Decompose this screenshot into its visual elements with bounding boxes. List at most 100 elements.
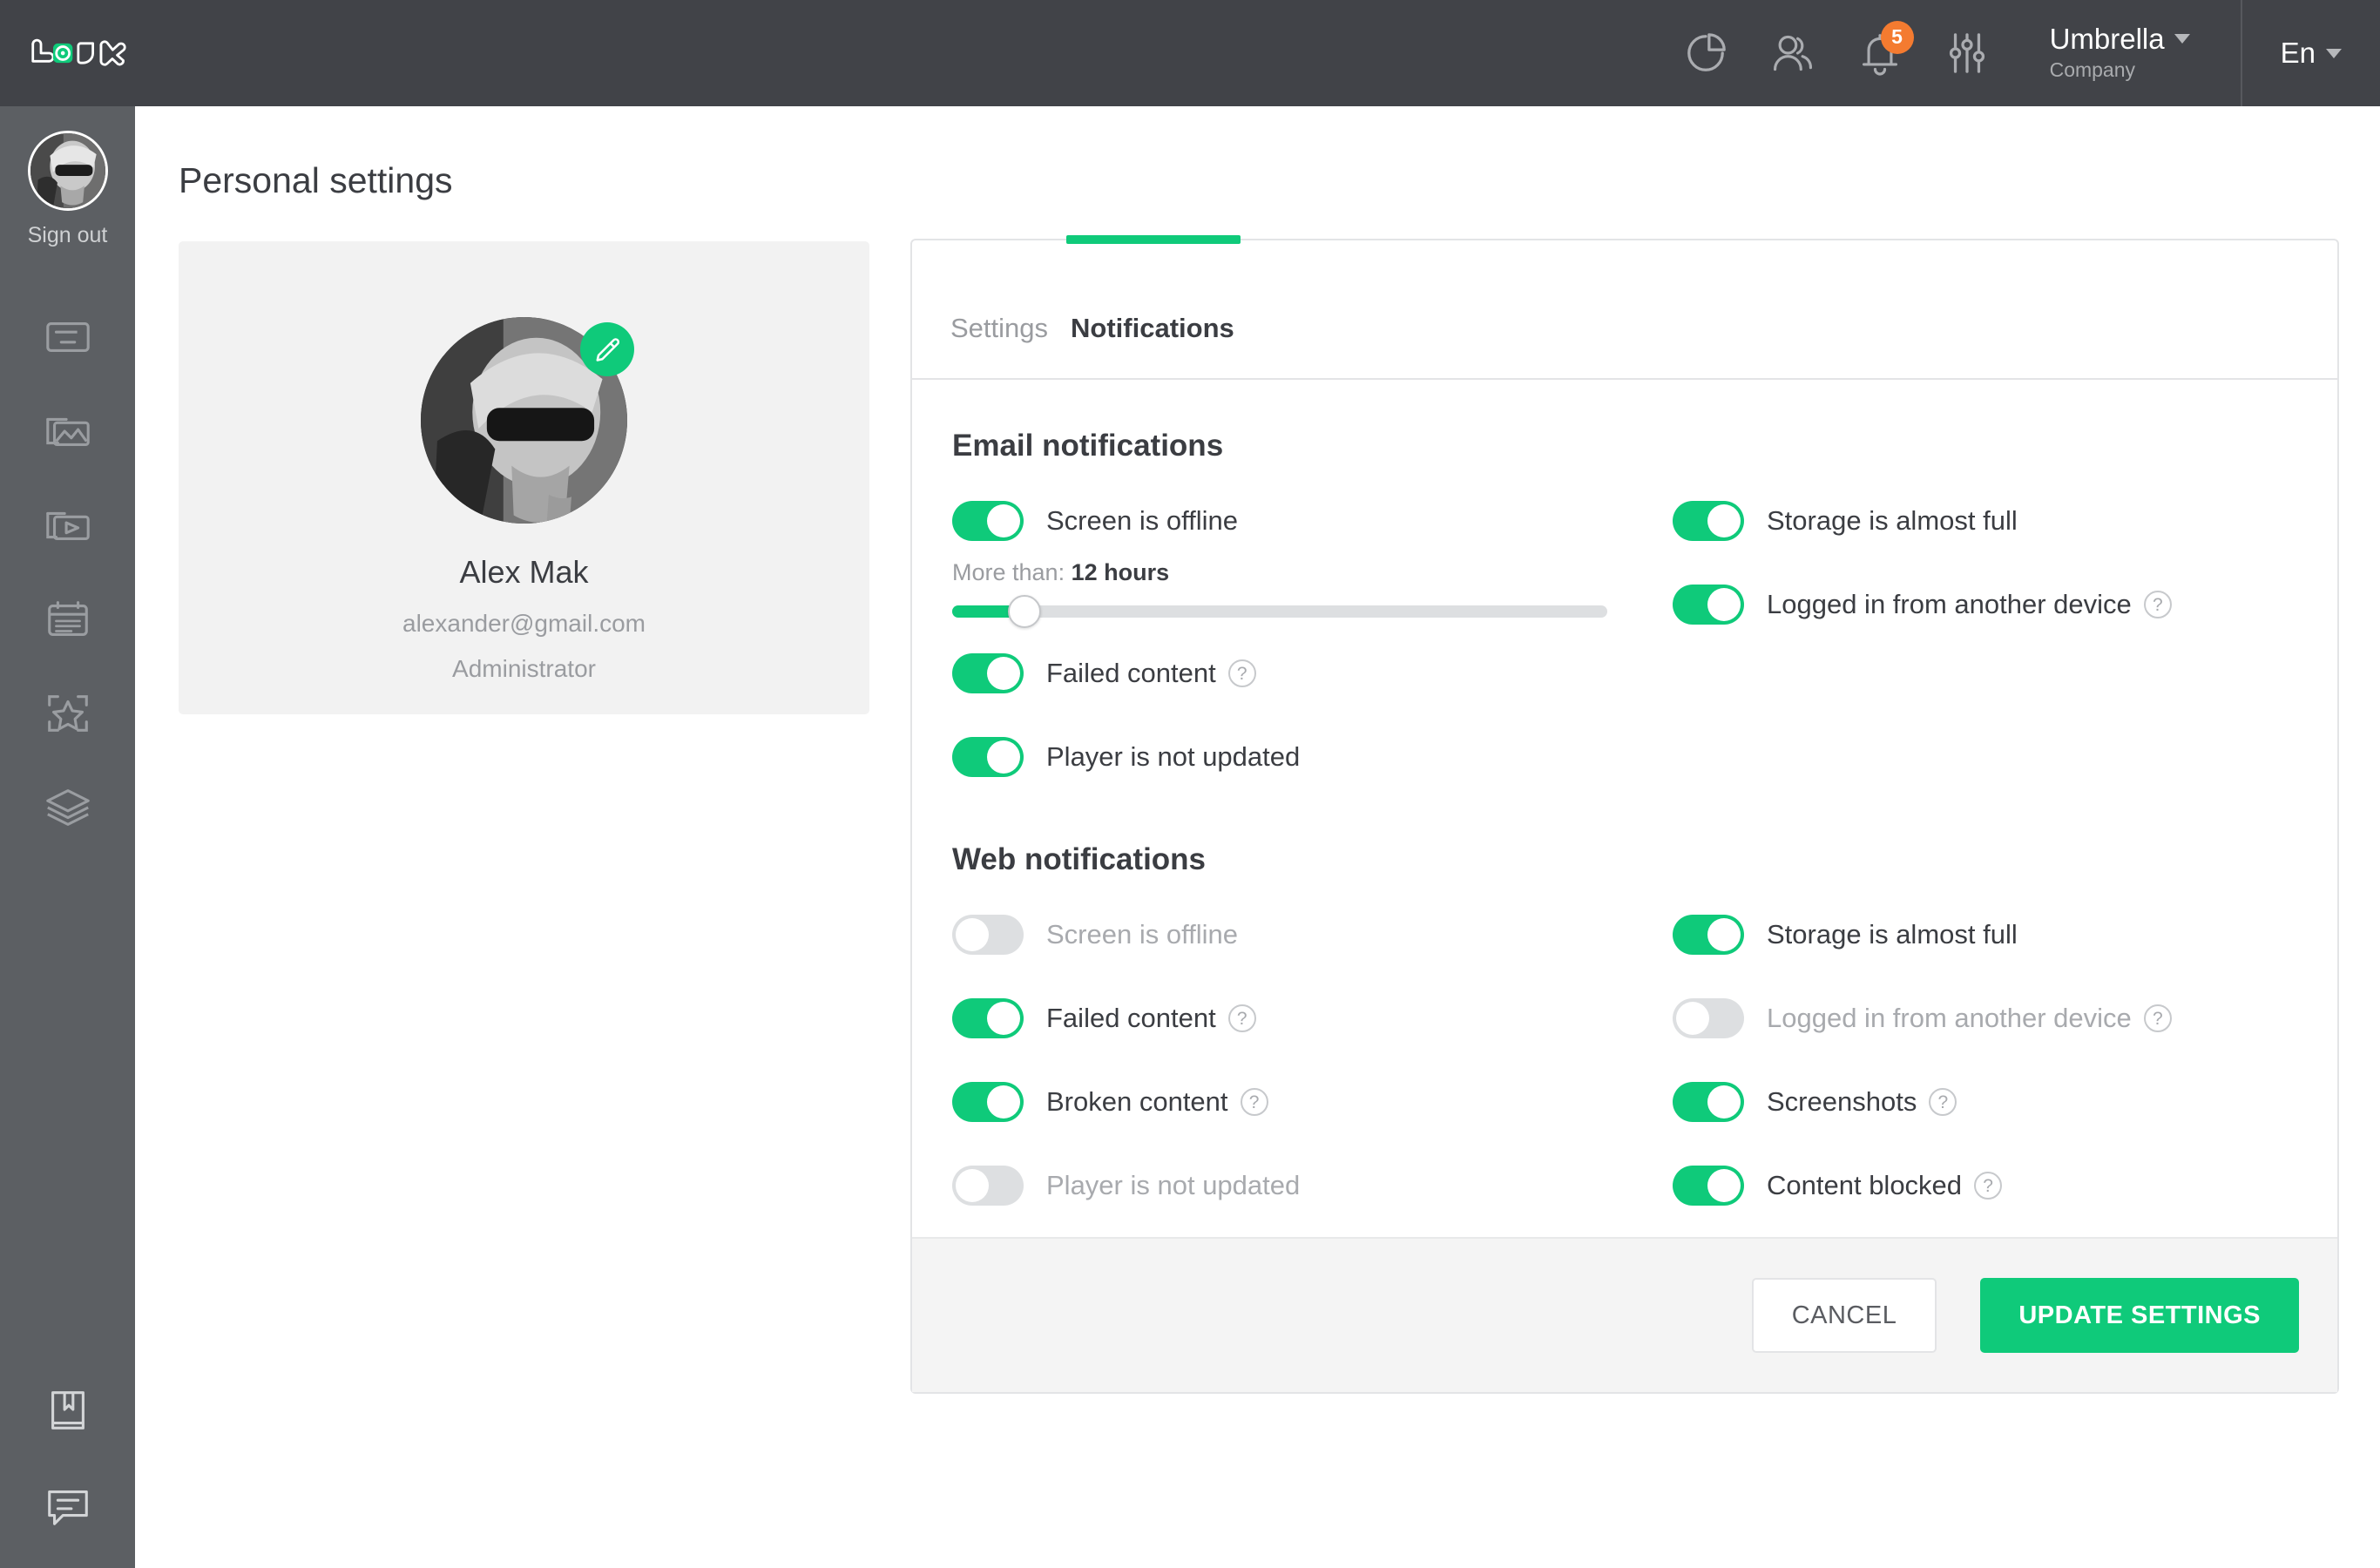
toggle-row-email-failed-content[interactable]: Failed content ? (952, 649, 1625, 698)
toggle-row-web-player-not-updated[interactable]: Player is not updated (952, 1161, 1625, 1210)
offline-duration-caption: More than: 12 hours (952, 559, 1625, 586)
look-logo-icon (31, 38, 126, 66)
toggle-row-web-content-blocked[interactable]: Content blocked ? (1673, 1161, 2297, 1210)
toggle-row-web-storage-full[interactable]: Storage is almost full (1673, 910, 2297, 959)
toggle-web-player-not-updated[interactable] (952, 1166, 1024, 1206)
toggle-row-web-broken-content[interactable]: Broken content ? (952, 1078, 1625, 1126)
toggle-knob (956, 918, 989, 951)
help-icon[interactable]: ? (2143, 1004, 2172, 1032)
toggle-row-email-storage-full[interactable]: Storage is almost full (1673, 497, 2297, 545)
toggle-row-email-player-not-updated[interactable]: Player is not updated (952, 733, 1625, 781)
analytics-glyph (1687, 33, 1726, 71)
toggle-web-content-blocked[interactable] (1673, 1166, 1744, 1206)
toggle-knob (987, 740, 1020, 774)
toggle-label: Player is not updated (1046, 1170, 1301, 1200)
slider-thumb[interactable] (1007, 595, 1041, 628)
tab-bar: Settings Notifications (912, 240, 2337, 380)
toggle-label: Failed content (1046, 658, 1216, 688)
avatar[interactable] (27, 131, 108, 211)
chevron-down-icon (2326, 48, 2342, 58)
sidebar-item-highlights[interactable] (0, 666, 135, 760)
profile-avatar[interactable] (421, 317, 634, 524)
offline-duration-prefix: More than: (952, 559, 1065, 585)
toggle-knob (956, 1169, 989, 1202)
toggle-web-screenshots[interactable] (1673, 1082, 1744, 1122)
help-icon[interactable]: ? (1974, 1172, 2003, 1200)
users-icon[interactable] (1769, 30, 1816, 77)
avatar-photo (30, 133, 105, 208)
app-header: 5 Umbrella Company En (0, 0, 2380, 106)
toggle-label: Player is not updated (1046, 741, 1301, 772)
toggle-knob (987, 657, 1020, 690)
analytics-icon[interactable] (1682, 30, 1729, 77)
sign-out-link[interactable]: Sign out (28, 223, 108, 248)
language-switcher[interactable]: En (2242, 37, 2380, 70)
help-icon[interactable]: ? (2143, 591, 2172, 618)
toggle-email-logged-in-other-device[interactable] (1673, 585, 1744, 625)
tab-settings[interactable]: Settings (950, 314, 1048, 341)
chevron-down-icon (2174, 34, 2190, 44)
sidebar-item-images[interactable] (0, 384, 135, 478)
toggle-knob (1707, 918, 1741, 951)
highlight-icon (47, 695, 88, 732)
notifications-card: Settings Notifications Email notificatio… (910, 235, 2339, 1394)
help-icon[interactable]: ? (1227, 1004, 1256, 1032)
toggle-row-email-logged-in-other-device[interactable]: Logged in from another device ? (1673, 580, 2297, 629)
organization-name: Umbrella (2049, 22, 2165, 55)
toggle-row-web-screenshots[interactable]: Screenshots ? (1673, 1078, 2297, 1126)
sidebar-item-videos[interactable] (0, 478, 135, 572)
profile-card: Alex Mak alexander@gmail.com Administrat… (179, 241, 869, 714)
toggle-row-web-logged-in-other-device[interactable]: Logged in from another device ? (1673, 994, 2297, 1043)
toggle-web-storage-full[interactable] (1673, 915, 1744, 955)
toggle-row-web-failed-content[interactable]: Failed content ? (952, 994, 1625, 1043)
help-icon[interactable]: ? (1227, 659, 1256, 687)
web-notifications-grid: Screen is offline Failed content ? Broke… (952, 910, 2297, 1245)
toggle-email-player-not-updated[interactable] (952, 737, 1024, 777)
cancel-button[interactable]: CANCEL (1751, 1278, 1937, 1353)
edit-avatar-button[interactable] (580, 322, 634, 376)
offline-duration-slider[interactable] (952, 595, 1607, 628)
email-notifications-title: Email notifications (952, 429, 1224, 463)
organization-switcher[interactable]: Umbrella Company (2050, 24, 2190, 83)
sidebar-item-layers[interactable] (0, 760, 135, 855)
email-column-left: Screen is offline More than: 12 hours Fa… (952, 497, 1625, 816)
users-glyph (1773, 35, 1812, 71)
organization-subtitle: Company (2049, 58, 2136, 82)
toggle-label: Failed content (1046, 1003, 1216, 1033)
toggle-web-broken-content[interactable] (952, 1082, 1024, 1122)
toggle-web-logged-in-other-device[interactable] (1673, 998, 1744, 1038)
email-notifications-grid: Screen is offline More than: 12 hours Fa… (952, 497, 2297, 816)
notification-count-badge: 5 (1880, 20, 1914, 54)
sidebar-nav (0, 290, 135, 855)
update-settings-button[interactable]: UPDATE SETTINGS (1980, 1278, 2299, 1353)
toggle-row-email-screen-offline[interactable]: Screen is offline (952, 497, 1625, 545)
toggle-label: Screen is offline (1046, 919, 1238, 950)
sidebar-bottom-nav (0, 1364, 135, 1552)
toggle-email-screen-offline[interactable] (952, 501, 1024, 541)
bell-icon[interactable]: 5 (1856, 20, 1914, 77)
toggle-knob (987, 504, 1020, 537)
help-icon[interactable]: ? (1240, 1088, 1268, 1116)
app-logo[interactable] (0, 27, 135, 79)
web-column-left: Screen is offline Failed content ? Broke… (952, 910, 1625, 1245)
sidebar-item-support-chat[interactable] (0, 1458, 135, 1552)
toggle-web-failed-content[interactable] (952, 998, 1024, 1038)
notifications-body: Email notifications Screen is offline Mo… (912, 382, 2337, 1245)
toggle-web-screen-offline[interactable] (952, 915, 1024, 955)
sidebar-item-knowledge-base[interactable] (0, 1364, 135, 1458)
organization-name-row: Umbrella (2050, 24, 2190, 55)
toggle-knob (987, 1085, 1020, 1119)
toggle-email-storage-full[interactable] (1673, 501, 1744, 541)
sliders-icon[interactable] (1944, 30, 1991, 77)
toggle-knob (987, 1002, 1020, 1035)
sliders-glyph (1949, 33, 1984, 73)
profile-role: Administrator (452, 655, 596, 682)
profile-email: alexander@gmail.com (402, 610, 646, 637)
language-value: En (2280, 37, 2316, 69)
sidebar-item-screens[interactable] (0, 290, 135, 384)
toggle-email-failed-content[interactable] (952, 653, 1024, 693)
sidebar-item-playlists[interactable] (0, 572, 135, 666)
toggle-row-web-screen-offline[interactable]: Screen is offline (952, 910, 1625, 959)
tab-notifications[interactable]: Notifications (1071, 314, 1234, 341)
help-icon[interactable]: ? (1929, 1088, 1957, 1116)
